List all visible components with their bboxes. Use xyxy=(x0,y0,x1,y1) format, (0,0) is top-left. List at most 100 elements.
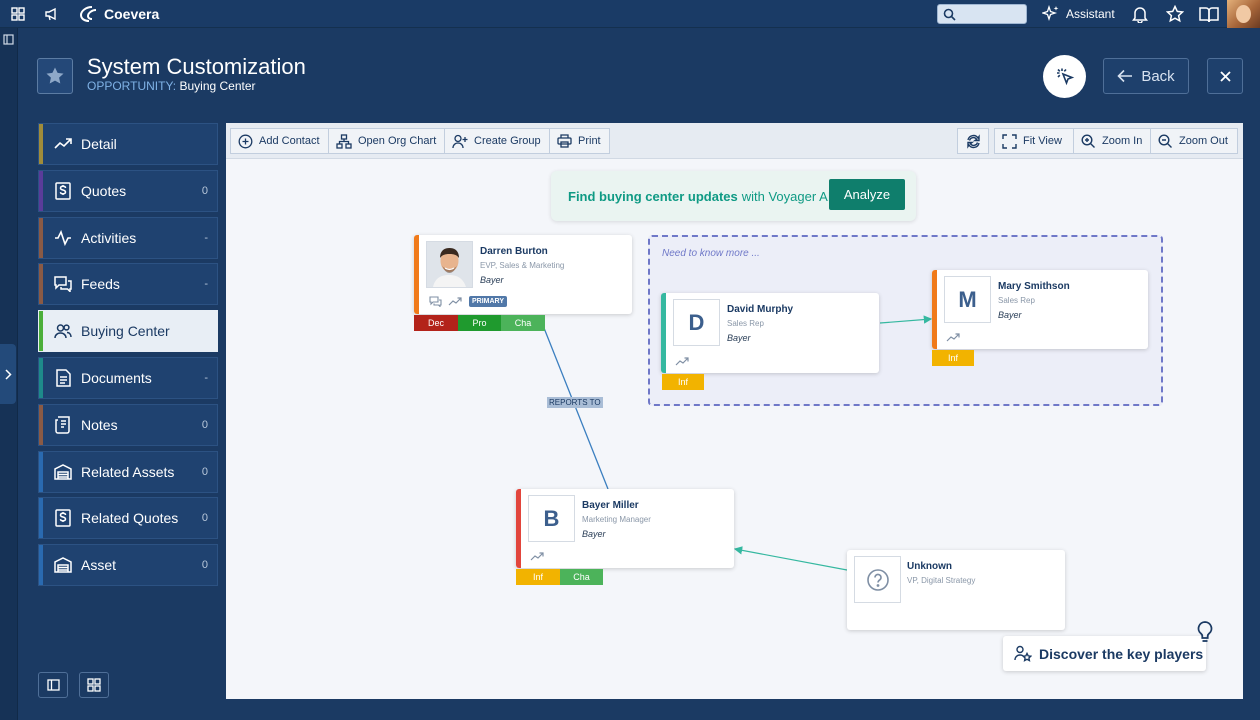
card-accent xyxy=(932,270,937,349)
role-tags: Inf xyxy=(932,350,974,366)
nav-item-notes[interactable]: Notes 0 xyxy=(38,403,218,446)
assistant-label: Assistant xyxy=(1066,7,1115,21)
ai-banner-bold-text: Find buying center updates xyxy=(568,188,738,204)
role-tag-inf[interactable]: Inf xyxy=(932,350,974,366)
print-button[interactable]: Print xyxy=(549,128,610,154)
contact-card-david-murphy[interactable]: D David Murphy Sales Rep Bayer xyxy=(661,293,879,373)
nav-item-feeds[interactable]: Feeds - xyxy=(38,263,218,306)
dollar-doc-icon xyxy=(53,181,73,201)
role-tag-dec[interactable]: Dec xyxy=(414,315,458,331)
contact-initial: D xyxy=(673,299,720,346)
contact-card-bayer-miller[interactable]: B Bayer Miller Marketing Manager Bayer xyxy=(516,489,734,568)
sidebar-icon xyxy=(46,679,60,691)
contact-card-darren-burton[interactable]: Darren Burton EVP, Sales & Marketing Bay… xyxy=(414,235,632,314)
nav-item-quotes[interactable]: Quotes 0 xyxy=(38,169,218,212)
refresh-icon xyxy=(966,133,980,149)
group-label: Need to know more ... xyxy=(662,248,760,259)
people-icon xyxy=(53,321,73,341)
zoom-in-button[interactable]: Zoom In xyxy=(1073,128,1151,154)
chat-icon[interactable] xyxy=(429,296,442,307)
app-grid-icon[interactable] xyxy=(8,4,28,24)
select-mode-button[interactable] xyxy=(1043,55,1086,98)
plus-circle-icon xyxy=(238,134,253,148)
add-user-icon xyxy=(452,134,468,148)
refresh-button[interactable] xyxy=(957,128,989,154)
search-icon xyxy=(943,8,956,21)
open-org-chart-button[interactable]: Open Org Chart xyxy=(328,128,445,154)
role-tag-inf[interactable]: Inf xyxy=(662,374,704,390)
nav-item-detail[interactable]: Detail xyxy=(38,123,218,165)
assistant-button[interactable]: Assistant xyxy=(1042,4,1115,24)
star-icon[interactable] xyxy=(1165,4,1185,24)
contact-company: Bayer xyxy=(727,333,751,343)
nav-label: Related Assets xyxy=(81,463,175,480)
book-icon[interactable] xyxy=(1199,4,1219,24)
sidebar-toggle-button[interactable] xyxy=(38,672,68,698)
nav-item-related-quotes[interactable]: Related Quotes 0 xyxy=(38,497,218,540)
printer-icon xyxy=(557,134,572,148)
page-title: System Customization xyxy=(87,54,306,79)
contact-card-mary-smithson[interactable]: M Mary Smithson Sales Rep Bayer xyxy=(932,270,1148,349)
lightbulb-icon[interactable] xyxy=(1196,620,1214,644)
nav-item-buying-center[interactable]: Buying Center xyxy=(38,310,218,353)
create-group-button[interactable]: Create Group xyxy=(444,128,550,154)
contact-company: Bayer xyxy=(582,529,606,539)
grid-icon xyxy=(87,678,101,692)
nav-item-asset[interactable]: Asset 0 xyxy=(38,544,218,587)
trend-icon xyxy=(448,297,462,306)
nav-label: Related Quotes xyxy=(81,510,179,527)
side-nav: Detail Quotes 0 Activities - Feeds - Buy… xyxy=(38,123,218,591)
notes-icon xyxy=(53,415,73,435)
nav-item-activities[interactable]: Activities - xyxy=(38,216,218,259)
nav-accent-bar xyxy=(39,217,43,258)
buying-center-canvas[interactable]: Add Contact Open Org Chart Create Group … xyxy=(226,123,1243,699)
megaphone-icon[interactable] xyxy=(42,4,62,24)
analyze-button[interactable]: Analyze xyxy=(829,179,905,210)
primary-badge: PRIMARY xyxy=(469,296,508,307)
arrow-left-icon xyxy=(1117,69,1133,83)
expand-panel-button[interactable] xyxy=(0,344,16,404)
nav-item-documents[interactable]: Documents - xyxy=(38,356,218,399)
role-tag-inf[interactable]: Inf xyxy=(516,569,560,585)
nav-label: Asset xyxy=(81,557,117,574)
add-contact-button[interactable]: Add Contact xyxy=(230,128,329,154)
role-tag-cha[interactable]: Cha xyxy=(501,315,545,331)
canvas-toolbar: Add Contact Open Org Chart Create Group … xyxy=(226,123,1243,159)
warehouse-icon xyxy=(53,462,73,482)
contact-card-unknown[interactable]: Unknown VP, Digital Strategy xyxy=(847,550,1065,630)
bell-icon[interactable] xyxy=(1130,4,1150,24)
close-button[interactable] xyxy=(1207,58,1243,94)
contact-title: Marketing Manager xyxy=(582,515,651,524)
role-tag-cha[interactable]: Cha xyxy=(560,569,603,585)
user-avatar[interactable] xyxy=(1227,0,1260,28)
favorite-button[interactable] xyxy=(37,58,73,94)
person-photo-icon xyxy=(427,242,472,287)
zoom-in-icon xyxy=(1081,133,1095,148)
search-input[interactable] xyxy=(937,4,1027,24)
add-contact-label: Add Contact xyxy=(259,135,320,147)
page-subtitle: OPPORTUNITY: Buying Center xyxy=(87,79,256,93)
nav-item-related-assets[interactable]: Related Assets 0 xyxy=(38,450,218,493)
brand-name: Coevera xyxy=(104,6,160,22)
discover-key-players-button[interactable]: Discover the key players xyxy=(1003,636,1206,671)
panel-toggle-icon[interactable] xyxy=(3,32,14,50)
grid-view-button[interactable] xyxy=(79,672,109,698)
create-group-label: Create Group xyxy=(474,135,541,147)
nav-accent-bar xyxy=(39,451,43,492)
contact-initial: M xyxy=(944,276,991,323)
back-button[interactable]: Back xyxy=(1103,58,1189,94)
fit-view-button[interactable]: Fit View xyxy=(994,128,1074,154)
star-icon xyxy=(46,67,64,84)
role-tags: Inf Cha xyxy=(516,569,603,585)
nav-accent-bar xyxy=(39,264,43,305)
fit-view-icon xyxy=(1002,133,1017,149)
card-accent xyxy=(516,489,521,568)
chevron-right-icon xyxy=(4,368,12,380)
nav-label: Detail xyxy=(81,136,117,152)
role-tag-pro[interactable]: Pro xyxy=(458,315,501,331)
brand-logo[interactable]: Coevera xyxy=(78,4,159,24)
discover-label: Discover the key players xyxy=(1039,645,1204,662)
subtitle-key: OPPORTUNITY: xyxy=(87,79,177,93)
zoom-out-button[interactable]: Zoom Out xyxy=(1150,128,1238,154)
trend-icon xyxy=(53,134,73,154)
